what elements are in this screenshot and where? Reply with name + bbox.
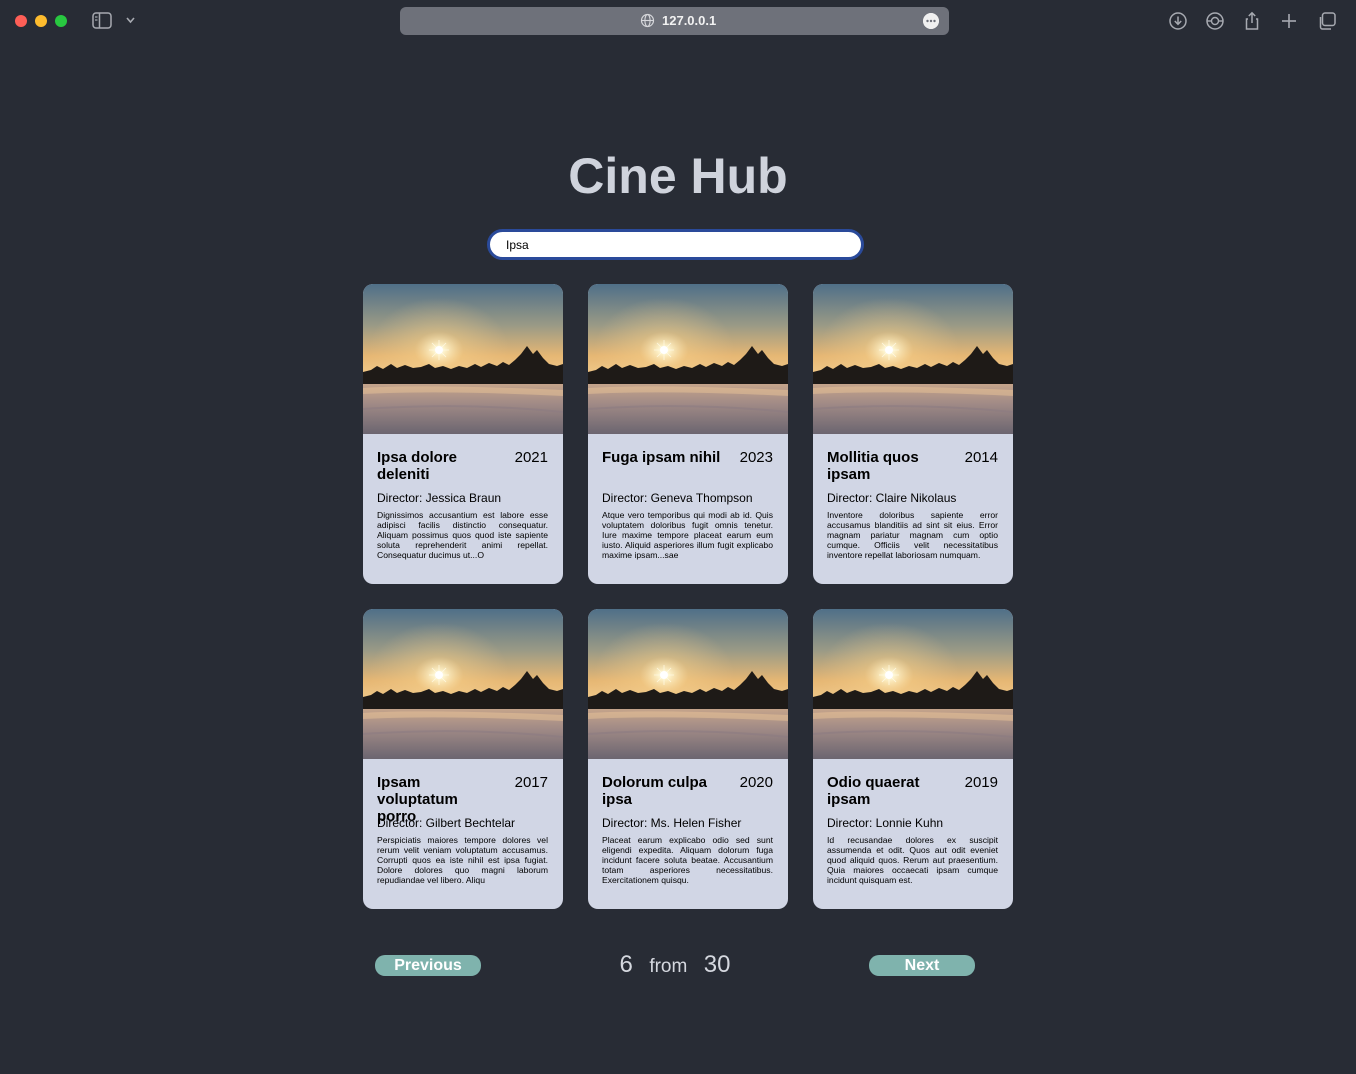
movie-card[interactable]: Mollitia quos ipsam 2014 Director: Claire … [813,284,1013,584]
movie-card[interactable]: Ipsa dolore deleniti 2021 Director: Jessic… [363,284,563,584]
total-pages: 30 [703,951,731,978]
more-options-icon[interactable] [923,13,939,29]
movie-director: Director: Ms. Helen Fisher [602,816,742,830]
globe-icon [640,13,655,28]
movie-year: 2021 [514,449,548,466]
movie-year: 2020 [739,774,773,791]
movie-description: Perspiciatis maiores tempore dolores vel… [377,835,548,885]
movie-poster-image [813,609,1013,759]
movie-director: Director: Gilbert Bechtelar [377,816,516,830]
movie-description: Id recusandae dolores ex suscipit assume… [827,835,998,885]
movie-year: 2023 [739,449,773,466]
movie-poster-image [363,609,563,759]
tab-overview-icon[interactable] [1317,11,1337,31]
movie-poster-image [588,609,788,759]
download-icon[interactable] [1168,11,1188,31]
page-indicator: 6 from 30 [560,950,790,983]
movie-director: Director: Claire Nikolaus [827,491,957,505]
movie-grid: Ipsa dolore deleniti 2021 Director: Jessic… [363,284,1013,909]
privacy-icon[interactable] [1205,11,1225,31]
movie-description: Placeat earum explicabo odio sed sunt el… [602,835,773,885]
browser-toolbar: 127.0.0.1 [0,0,1356,42]
chevron-down-icon[interactable] [125,14,136,26]
current-page: 6 [619,951,633,978]
movie-year: 2014 [964,449,998,466]
movie-poster-image [363,284,563,434]
movie-card[interactable]: Ipsam voluptatum porro 2017 Director: Gilb… [363,609,563,909]
minimize-window-button[interactable] [35,15,47,27]
movie-year: 2019 [964,774,998,791]
movie-description: Dignissimos accusantium est labore esse … [377,510,548,560]
search-input[interactable] [487,229,864,260]
movie-description: Atque vero temporibus qui modi ab id. Qu… [602,510,773,560]
movie-director: Director: Geneva Thompson [602,491,753,505]
movie-year: 2017 [514,774,548,791]
page-separator: from [649,956,688,977]
movie-title: Fuga ipsam nihil [602,449,721,466]
zoom-window-button[interactable] [55,15,67,27]
movie-card[interactable]: Dolorum culpa ipsa 2020 Director: Ms. Hele… [588,609,788,909]
movie-title: Mollitia quos ipsam [827,449,919,483]
close-window-button[interactable] [15,15,27,27]
previous-button[interactable]: Previous [375,955,481,976]
movie-poster-image [588,284,788,434]
movie-director: Director: Lonnie Kuhn [827,816,944,830]
address-bar[interactable]: 127.0.0.1 [400,7,949,35]
next-button[interactable]: Next [869,955,975,976]
movie-card[interactable]: Odio quaerat ipsam 2019 Director: Lonnie K… [813,609,1013,909]
movie-director: Director: Jessica Braun [377,491,502,505]
movie-title: Ipsa dolore deleniti [377,449,458,483]
new-tab-icon[interactable] [1279,11,1299,31]
share-icon[interactable] [1242,11,1262,31]
sidebar-toggle-icon[interactable] [92,12,112,29]
address-text: 127.0.0.1 [662,13,717,28]
movie-title: Odio quaerat ipsam [827,774,920,808]
movie-poster-image [813,284,1013,434]
movie-description: Inventore doloribus sapiente error accus… [827,510,998,560]
page-title: Cine Hub [568,148,788,204]
movie-title: Dolorum culpa ipsa [602,774,708,808]
movie-card[interactable]: Fuga ipsam nihil 2023 Director: Geneva Tho… [588,284,788,584]
